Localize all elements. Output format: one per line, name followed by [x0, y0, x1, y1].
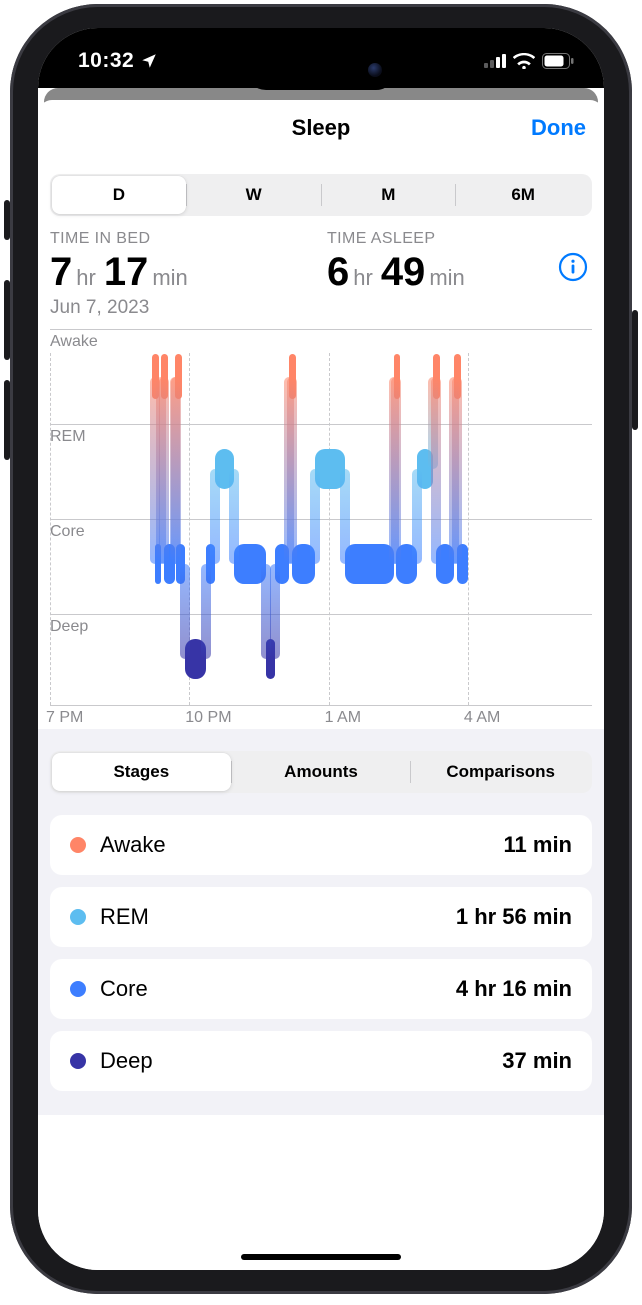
stage-color-dot [70, 909, 86, 925]
page-title: Sleep [292, 115, 351, 141]
chart-transition [270, 564, 280, 659]
home-indicator[interactable] [241, 1254, 401, 1260]
stage-value: 11 min [504, 832, 572, 858]
stage-name: Awake [100, 832, 166, 858]
summary-metrics: TIME IN BED 7 hr 17 min Jun 7, 2023 TIME… [50, 230, 592, 319]
range-segmented-control[interactable]: D W M 6M [50, 174, 592, 216]
location-icon [140, 52, 158, 70]
chart-transition [340, 469, 350, 564]
chart-transition [201, 564, 211, 659]
chart-segment [345, 544, 394, 584]
stage-value: 37 min [502, 1048, 572, 1074]
chart-transition [210, 469, 220, 564]
sleep-stages-chart[interactable]: Awake REM Core Deep [50, 329, 592, 729]
chart-transition [287, 377, 297, 565]
stage-name: Core [100, 976, 148, 1002]
stage-color-dot [70, 981, 86, 997]
chart-transition [159, 377, 169, 565]
stage-row[interactable]: Deep 37 min [50, 1031, 592, 1091]
done-button[interactable]: Done [531, 115, 586, 141]
stage-name: Deep [100, 1048, 153, 1074]
nav-bar: Sleep Done [38, 100, 604, 156]
chart-transition [431, 377, 441, 565]
info-button[interactable] [558, 252, 588, 282]
chart-transition [180, 564, 190, 659]
seg-week[interactable]: W [187, 176, 321, 214]
seg-day[interactable]: D [52, 176, 186, 214]
stage-value: 1 hr 56 min [456, 904, 572, 930]
time-in-bed: TIME IN BED 7 hr 17 min Jun 7, 2023 [50, 230, 315, 319]
sleep-sheet: Sleep Done D W M 6M [38, 100, 604, 1270]
chart-transition [452, 377, 462, 565]
chart-transition [391, 377, 401, 565]
stage-color-dot [70, 837, 86, 853]
chart-transition [310, 469, 320, 564]
seg-amounts[interactable]: Amounts [232, 753, 411, 791]
view-segmented-control[interactable]: Stages Amounts Comparisons [50, 751, 592, 793]
seg-stages[interactable]: Stages [52, 753, 231, 791]
chart-transition [229, 469, 239, 564]
time-asleep: TIME ASLEEP 6 hr 49 min [327, 230, 592, 319]
stage-row[interactable]: Awake 11 min [50, 815, 592, 875]
battery-icon [542, 53, 574, 69]
wifi-icon [513, 53, 535, 69]
stage-name: REM [100, 904, 149, 930]
seg-comparisons[interactable]: Comparisons [411, 753, 590, 791]
seg-month[interactable]: M [322, 176, 456, 214]
chart-transition [412, 469, 422, 564]
cellular-icon [484, 54, 506, 68]
stage-row[interactable]: Core 4 hr 16 min [50, 959, 592, 1019]
seg-6month[interactable]: 6M [456, 176, 590, 214]
stage-color-dot [70, 1053, 86, 1069]
chart-transition [171, 377, 181, 565]
stage-value: 4 hr 16 min [456, 976, 572, 1002]
stage-row[interactable]: REM 1 hr 56 min [50, 887, 592, 947]
status-time: 10:32 [78, 49, 134, 73]
